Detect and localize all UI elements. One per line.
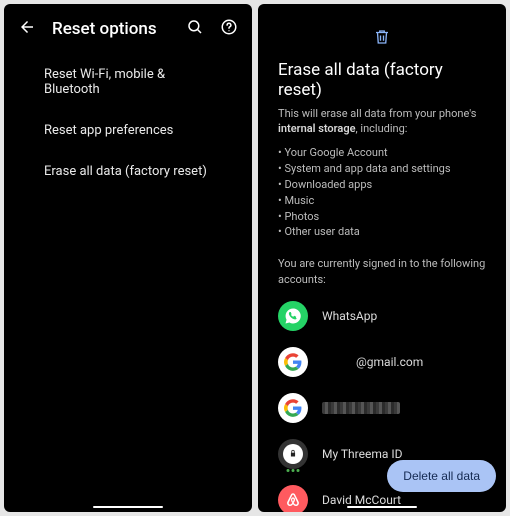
desc-pre: This will erase all data from your phone…	[278, 107, 476, 120]
erase-bullets: Your Google Account System and app data …	[278, 145, 486, 241]
account-label: My Threema ID	[322, 447, 403, 461]
bullet-item: Other user data	[278, 224, 486, 240]
signed-in-text: You are currently signed in to the follo…	[278, 256, 486, 287]
desc-em: internal storage	[278, 122, 356, 135]
bullet-item: Music	[278, 193, 486, 209]
home-indicator[interactable]	[347, 506, 417, 508]
bullet-item: Your Google Account	[278, 145, 486, 161]
options-list: Reset Wi-Fi, mobile & Bluetooth Reset ap…	[4, 50, 252, 196]
detail-title: Erase all data (factory reset)	[278, 60, 486, 100]
account-google-1: @gmail.com	[278, 347, 486, 377]
account-whatsapp: WhatsApp	[278, 301, 486, 331]
page-title: Reset options	[52, 19, 170, 39]
trash-icon	[278, 28, 486, 50]
help-icon[interactable]	[220, 18, 238, 40]
option-reset-wifi[interactable]: Reset Wi-Fi, mobile & Bluetooth	[4, 54, 252, 110]
google-icon	[278, 347, 308, 377]
bullet-item: System and app data and settings	[278, 161, 486, 177]
google-icon	[278, 393, 308, 423]
censored-account-label	[322, 402, 400, 414]
delete-all-data-button[interactable]: Delete all data	[387, 460, 496, 492]
bullet-item: Downloaded apps	[278, 177, 486, 193]
account-label: @gmail.com	[356, 355, 423, 369]
home-indicator[interactable]	[93, 506, 163, 508]
bullet-item: Photos	[278, 209, 486, 225]
search-icon[interactable]	[186, 18, 204, 40]
back-icon[interactable]	[18, 18, 36, 40]
account-label: WhatsApp	[322, 309, 377, 323]
detail-description: This will erase all data from your phone…	[278, 106, 486, 137]
screen-erase-all-data: Erase all data (factory reset) This will…	[258, 4, 506, 512]
option-reset-app-prefs[interactable]: Reset app preferences	[4, 110, 252, 151]
app-header: Reset options	[4, 4, 252, 50]
screen-reset-options: Reset options Reset Wi-Fi, mobile & Blue…	[4, 4, 252, 512]
account-google-2	[278, 393, 486, 423]
airbnb-icon	[278, 485, 308, 512]
whatsapp-icon	[278, 301, 308, 331]
option-erase-all-data[interactable]: Erase all data (factory reset)	[4, 151, 252, 192]
threema-icon	[278, 439, 308, 469]
desc-post: , including:	[356, 122, 408, 135]
